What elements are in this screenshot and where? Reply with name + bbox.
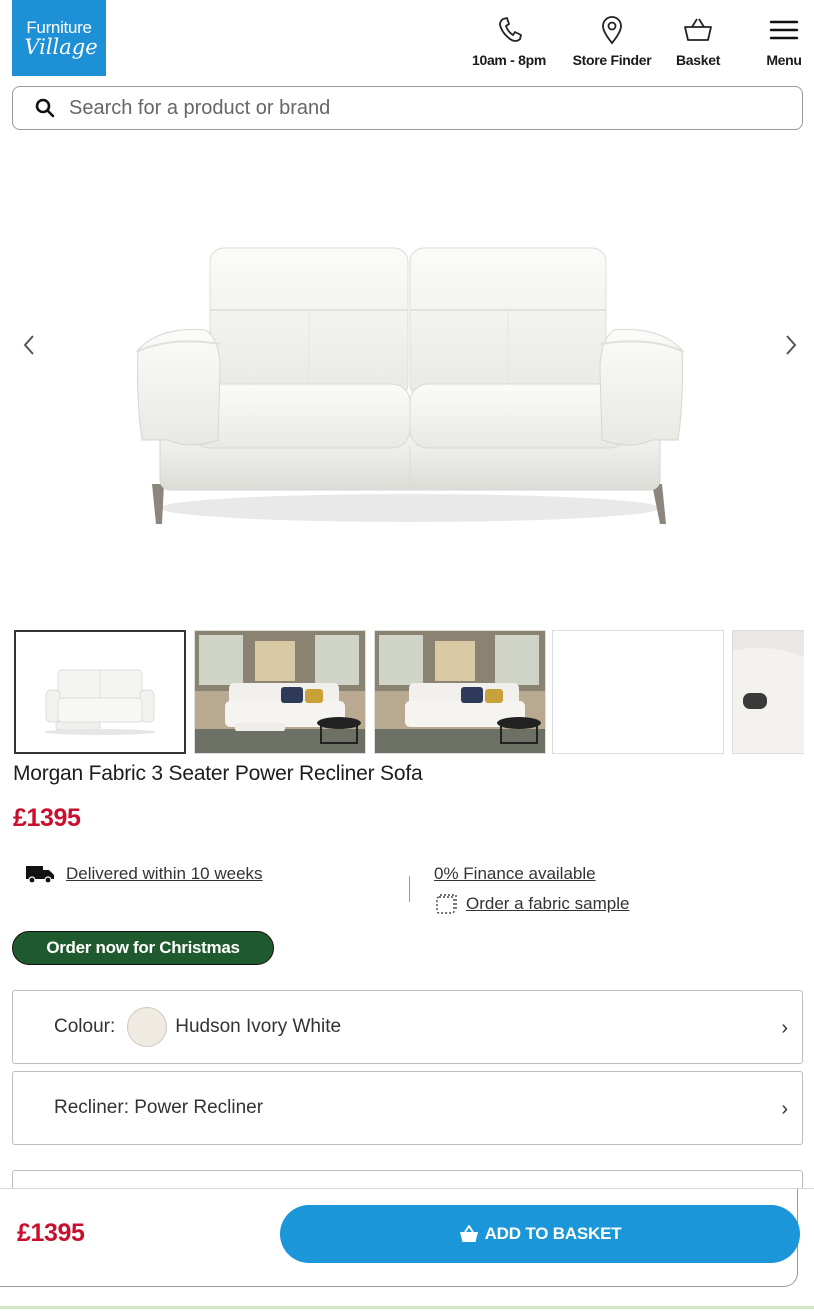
sticky-price: £1395 [17,1219,85,1247]
phone-icon [499,17,522,42]
fabric-swatch-icon [436,894,457,914]
colour-value: Hudson Ivory White [175,1016,342,1037]
hamburger-menu-icon [769,20,799,40]
finance-link[interactable]: 0% Finance available [434,864,596,884]
store-finder-link[interactable]: Store Finder [566,14,658,68]
opening-hours-link[interactable]: 10am - 8pm [466,14,552,68]
recliner-button-detail-image [733,631,804,753]
logo-line2: Village [24,34,98,59]
lifestyle-room-image [375,631,545,753]
delivery-link[interactable]: Delivered within 10 weeks [66,864,263,884]
recliner-option-label: Recliner: Power Recliner [54,1097,264,1118]
logo-line1: Furniture [26,17,92,37]
thumbnail-5[interactable] [732,630,804,754]
hours-label: 10am - 8pm [471,52,547,68]
sticky-add-to-basket-bar: £1395 ADD TO BASKET [0,1188,814,1312]
thumbnail-4[interactable] [552,630,724,754]
furniture-village-logo[interactable]: Furniture Village [12,0,106,76]
chevron-right-icon: › [781,1017,788,1039]
chevron-right-icon: › [781,1098,788,1120]
thumbnail-strip [14,630,804,754]
search-icon [35,98,55,118]
product-image-carousel [0,140,814,620]
fabric-sample-link[interactable]: Order a fabric sample [466,894,629,914]
add-to-basket-label: ADD TO BASKET [484,1224,622,1243]
colour-label: Colour: [54,1016,116,1037]
carousel-prev-button[interactable] [14,330,44,360]
recliner-selector[interactable]: Recliner: Power Recliner › [12,1071,803,1145]
basket-icon [459,1225,478,1242]
thumbnail-3[interactable] [374,630,546,754]
basket-label: Basket [675,52,721,68]
delivery-truck-icon [26,866,54,884]
thumbnail-2[interactable] [194,630,366,754]
lifestyle-room-image [195,631,365,753]
sofa-main-image [135,247,685,524]
search-input[interactable] [69,96,769,120]
info-divider [409,876,410,902]
colour-swatch [127,1007,168,1047]
thumbnail-1[interactable] [14,630,186,754]
site-header: Furniture Village 10am - 8pm Store Finde… [0,0,814,80]
chevron-right-icon [786,335,797,355]
fabric-sample-info[interactable]: Order a fabric sample [434,892,629,916]
sofa-thumbnail-image [44,669,156,735]
colour-selector[interactable]: Colour: Hudson Ivory White › [12,990,803,1064]
product-title: Morgan Fabric 3 Seater Power Recliner So… [13,762,423,785]
christmas-badge: Order now for Christmas [12,931,274,965]
chevron-left-icon [23,335,34,355]
page-bottom-edge [0,1306,814,1309]
carousel-next-button[interactable] [776,330,806,360]
product-price: £1395 [13,804,81,832]
search-bar[interactable] [12,86,803,130]
location-pin-icon [602,16,622,45]
menu-button[interactable]: Menu [756,14,812,68]
delivery-info[interactable]: Delivered within 10 weeks [24,862,263,886]
finance-info[interactable]: 0% Finance available [434,864,596,884]
basket-icon [684,18,712,41]
store-finder-label: Store Finder [572,52,652,68]
add-to-basket-button[interactable]: ADD TO BASKET [280,1205,800,1263]
menu-label: Menu [766,52,802,68]
basket-link[interactable]: Basket [670,14,726,68]
